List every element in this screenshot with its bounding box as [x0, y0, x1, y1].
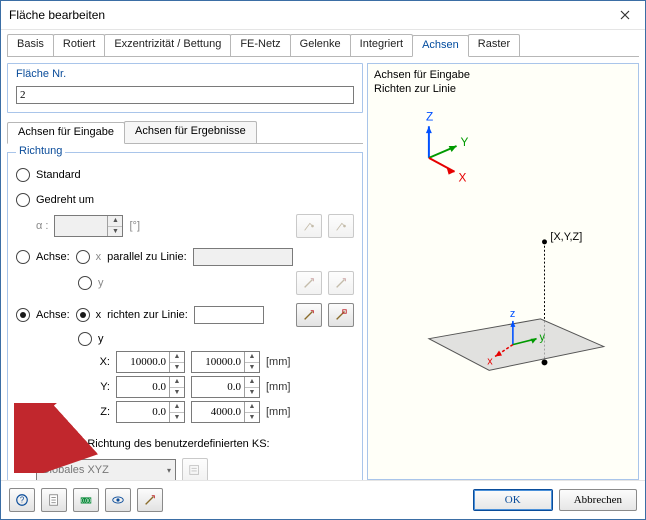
- radio-rotated[interactable]: [16, 193, 30, 207]
- tab-fe-netz[interactable]: FE-Netz: [230, 34, 290, 56]
- input-Xa[interactable]: ▲▼: [116, 351, 185, 373]
- alpha-unit: [°]: [129, 220, 140, 232]
- radio-user-ks[interactable]: [16, 437, 30, 451]
- tab-basis[interactable]: Basis: [7, 34, 54, 56]
- radio-to-y[interactable]: [78, 332, 92, 346]
- input-Za[interactable]: ▲▼: [116, 401, 185, 423]
- tab-achsen[interactable]: Achsen: [412, 35, 469, 57]
- main-tabs: Basis Rotiert Exzentrizität / Bettung FE…: [7, 34, 639, 57]
- radio-parallel-x[interactable]: [76, 250, 90, 264]
- svg-text:X: X: [459, 171, 467, 185]
- alpha-input: ▲▼: [54, 215, 123, 237]
- preview-line1: Achsen für Eingabe: [374, 68, 470, 82]
- svg-text:z: z: [510, 308, 515, 320]
- pick-parallel-1-icon: [296, 271, 322, 295]
- label-standard: Standard: [36, 169, 81, 181]
- surface-no-input[interactable]: [16, 86, 354, 104]
- radio-to-line[interactable]: [16, 308, 30, 322]
- label-parallel-text: parallel zu Linie:: [107, 251, 187, 263]
- subtab-results[interactable]: Achsen für Ergebnisse: [124, 121, 257, 143]
- input-Xb[interactable]: ▲▼: [191, 351, 260, 373]
- pick-to-2-icon[interactable]: [328, 303, 354, 327]
- to-line-input[interactable]: [194, 306, 264, 324]
- unit-Y: [mm]: [266, 381, 296, 393]
- svg-text:?: ?: [20, 496, 25, 505]
- label-to-text: richten zur Linie:: [107, 309, 188, 321]
- label-parallel-x: x: [96, 251, 102, 263]
- units-icon[interactable]: 0.00: [73, 488, 99, 512]
- pick-to-1-icon[interactable]: [296, 303, 322, 327]
- label-parallel-y: y: [98, 277, 104, 289]
- label-to-y: y: [98, 333, 104, 345]
- tab-rotiert[interactable]: Rotiert: [53, 34, 105, 56]
- select-ks: Globales XYZ▾: [36, 459, 176, 480]
- preview-line2: Richten zur Linie: [374, 82, 470, 96]
- radio-parallel-y[interactable]: [78, 276, 92, 290]
- tab-raster[interactable]: Raster: [468, 34, 520, 56]
- tab-gelenke[interactable]: Gelenke: [290, 34, 351, 56]
- view-icon[interactable]: [105, 488, 131, 512]
- svg-text:y: y: [540, 332, 546, 344]
- pick-icon[interactable]: [137, 488, 163, 512]
- input-Ya[interactable]: ▲▼: [116, 376, 185, 398]
- radio-standard[interactable]: [16, 168, 30, 182]
- subtab-input[interactable]: Achsen für Eingabe: [7, 122, 125, 144]
- label-X: X:: [88, 356, 110, 368]
- label-user-ks: Achsen in Richtung des benutzerdefiniert…: [36, 438, 270, 450]
- label-to-x: x: [96, 309, 102, 321]
- surface-no-label: Fläche Nr.: [16, 68, 354, 80]
- pick-alpha-2-icon: [328, 214, 354, 238]
- alpha-label: α :: [36, 220, 48, 232]
- edit-ks-icon: [182, 458, 208, 480]
- unit-Z: [mm]: [266, 406, 296, 418]
- label-Z: Z:: [88, 406, 110, 418]
- close-button[interactable]: [605, 1, 645, 29]
- pick-parallel-2-icon: [328, 271, 354, 295]
- label-to-axis: Achse:: [36, 309, 70, 321]
- radio-to-x[interactable]: [76, 308, 90, 322]
- label-parallel-axis: Achse:: [36, 251, 70, 263]
- svg-text:0.00: 0.00: [81, 499, 91, 505]
- tab-exzentrizitaet[interactable]: Exzentrizität / Bettung: [104, 34, 231, 56]
- label-Y: Y:: [88, 381, 110, 393]
- pick-alpha-1-icon: [296, 214, 322, 238]
- input-Zb[interactable]: ▲▼: [191, 401, 260, 423]
- svg-text:Z: Z: [426, 109, 433, 123]
- parallel-line-input: [193, 248, 293, 266]
- help-icon[interactable]: ?: [9, 488, 35, 512]
- cancel-button[interactable]: Abbrechen: [559, 489, 637, 511]
- label-rotated: Gedreht um: [36, 194, 94, 206]
- ok-button[interactable]: OK: [473, 489, 553, 511]
- input-Yb[interactable]: ▲▼: [191, 376, 260, 398]
- preview-pane: Achsen für Eingabe Richten zur Linie Z Y…: [367, 63, 639, 480]
- tab-integriert[interactable]: Integriert: [350, 34, 413, 56]
- note-icon[interactable]: [41, 488, 67, 512]
- preview-point-label: [X,Y,Z]: [550, 231, 582, 243]
- window-title: Fläche bearbeiten: [9, 8, 637, 22]
- radio-parallel[interactable]: [16, 250, 30, 264]
- svg-text:Y: Y: [461, 135, 469, 149]
- unit-X: [mm]: [266, 356, 296, 368]
- direction-title: Richtung: [16, 145, 65, 157]
- svg-text:x: x: [487, 355, 493, 367]
